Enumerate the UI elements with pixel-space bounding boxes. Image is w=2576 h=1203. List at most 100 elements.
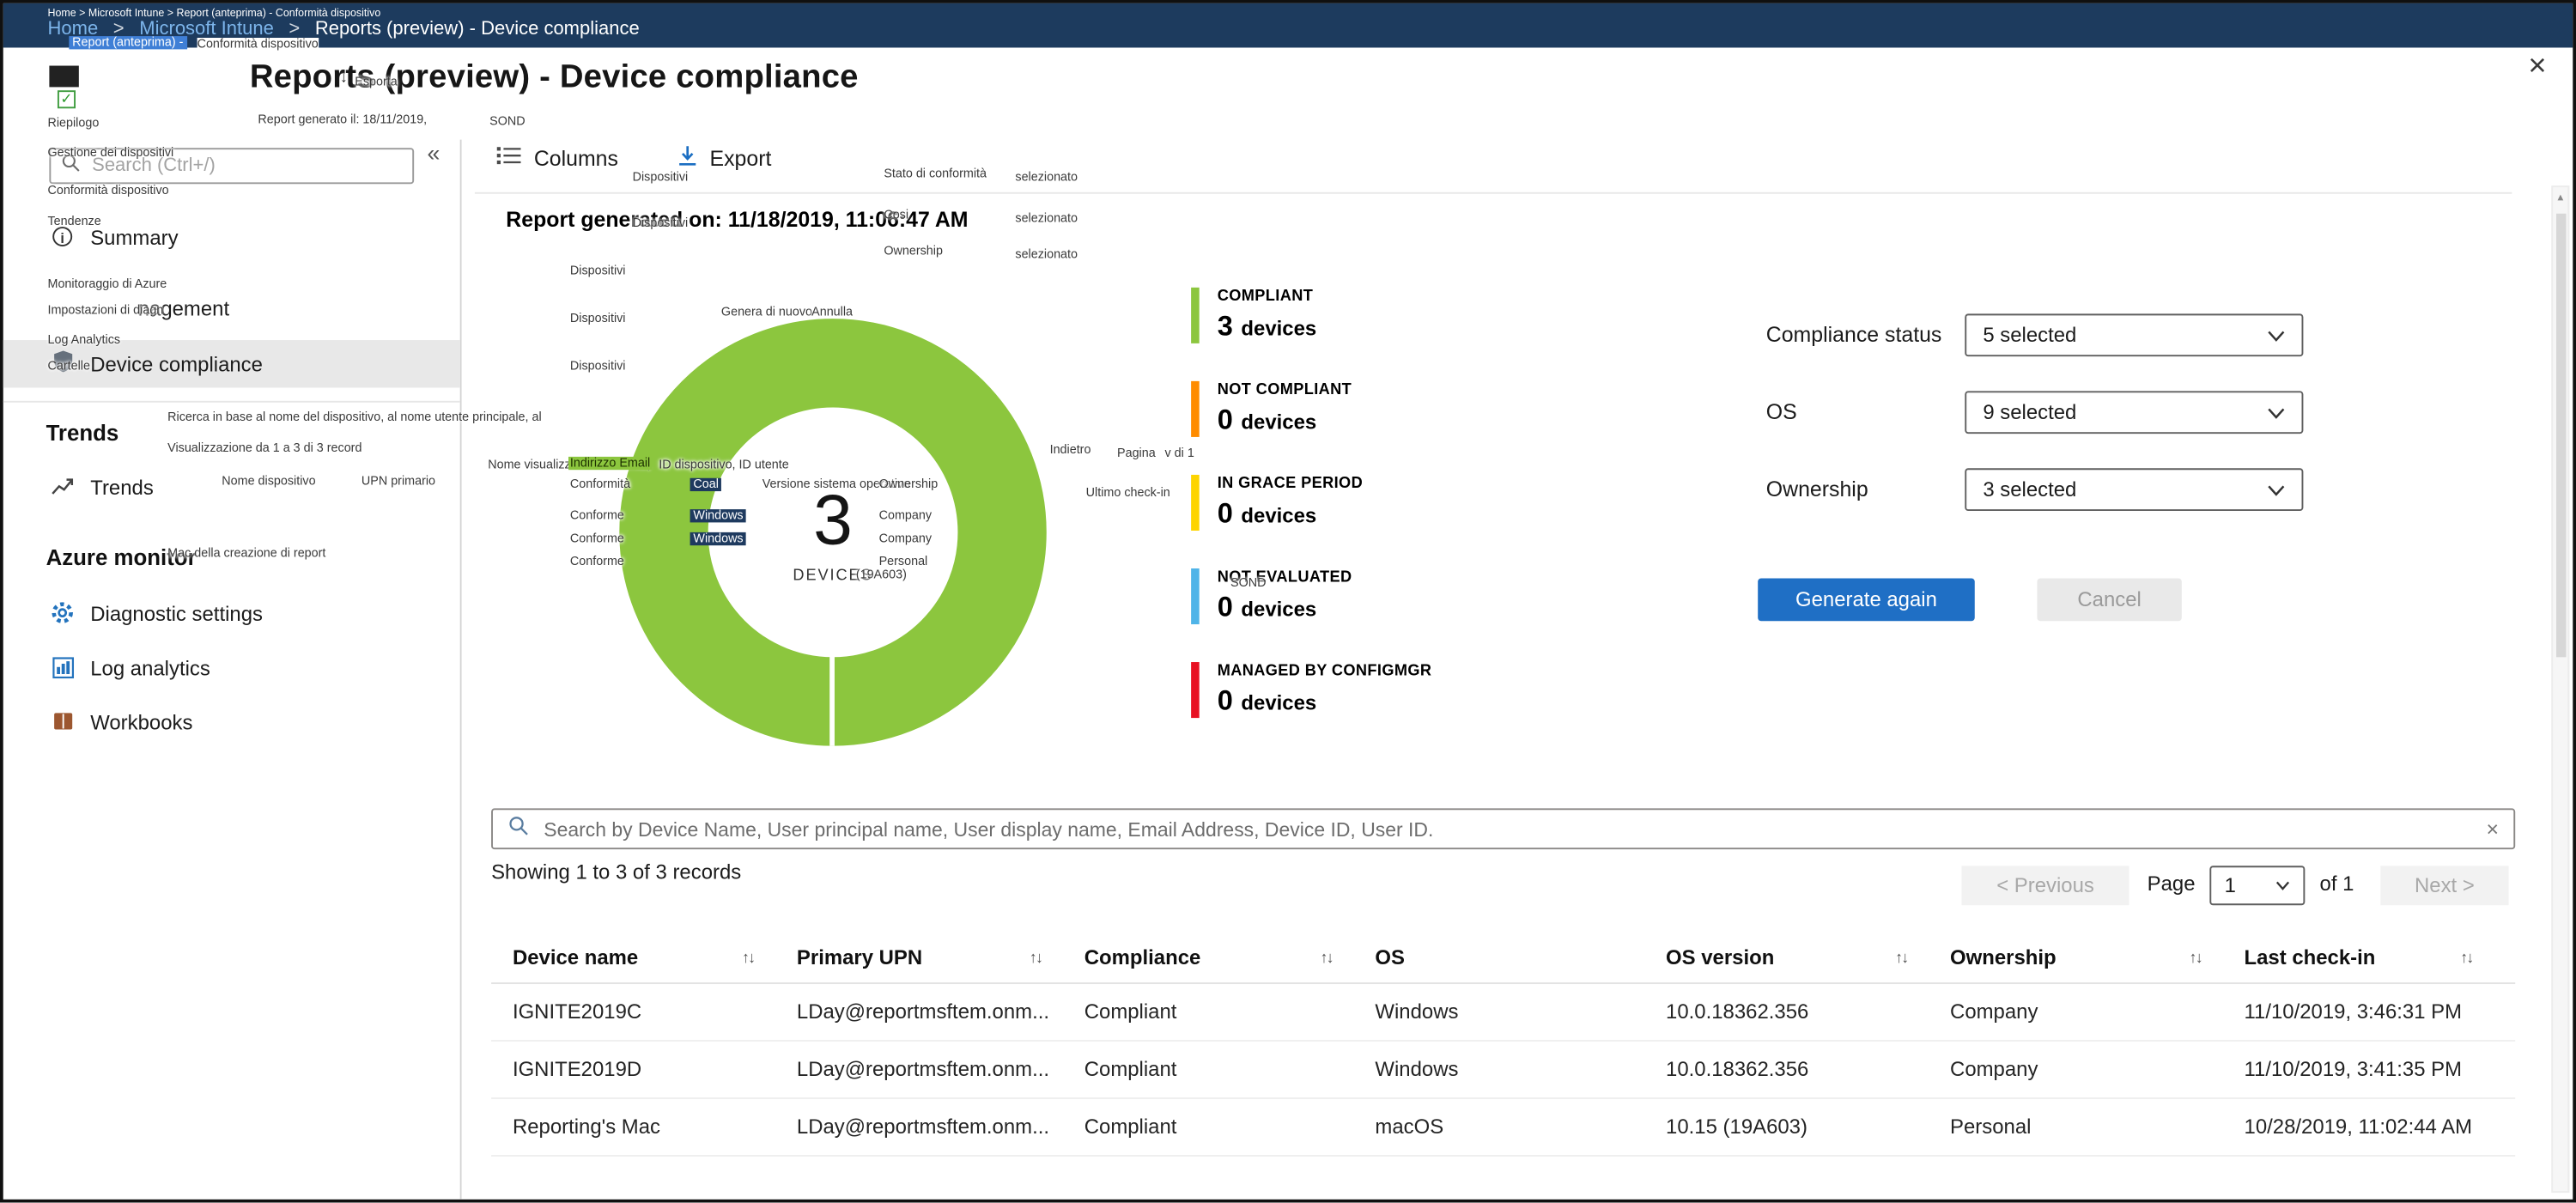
dropdown-value: 5 selected [1983,323,2077,347]
blade-title-bar: Reports (preview) - Device compliance × [3,47,2573,140]
column-header-last-check-in[interactable]: Last check-in ↑↓ [2245,946,2516,969]
column-header-compliance[interactable]: Compliance ↑↓ [1084,946,1376,969]
sidebar-divider [3,400,460,403]
device-search-input[interactable] [540,815,2487,842]
legend-unit: devices [1241,317,1317,341]
legend-label: IN GRACE PERIOD [1217,474,1364,493]
legend-item-not-evaluated: NOT EVALUATED 0 devices [1191,568,1431,625]
chart-legend: COMPLIANT 3 devices NOT COMPLIANT 0 device… [1191,287,1432,756]
records-summary: Showing 1 to 3 of 3 records [491,860,742,884]
vertical-scrollbar[interactable]: ▴ [2551,185,2570,1194]
cell-last-check-in: 11/10/2019, 3:46:31 PM [2244,1000,2463,1024]
column-label: Last check-in [2244,946,2376,969]
legend-color-bar [1191,474,1200,531]
previous-page-button[interactable]: < Previous [1961,866,2129,906]
sidebar-header-trends: Trends [46,420,119,446]
app-window: Home > Microsoft Intune > Reports (previ… [0,0,2576,1203]
sort-icon[interactable]: ↑↓ [2460,949,2474,967]
collapse-sidebar-icon[interactable]: « [427,140,440,167]
sort-icon[interactable]: ↑↓ [2189,949,2202,967]
breadcrumb-home-link[interactable]: Home [47,20,98,39]
column-header-ownership[interactable]: Ownership ↑↓ [1950,946,2244,969]
cell-os-version: 10.0.18362.356 [1666,1058,1809,1081]
column-header-primary-upn[interactable]: Primary UPN ↑↓ [797,946,1084,969]
cell-compliance: Compliant [1084,1000,1177,1024]
legend-count: 0 [1217,404,1233,436]
legend-color-bar [1191,287,1200,343]
sidebar-search-input[interactable] [88,154,403,178]
page-number-value: 1 [2224,873,2236,897]
breadcrumb-separator: > [289,19,301,39]
search-icon [61,151,81,180]
cell-last-check-in: 10/28/2019, 11:02:44 AM [2244,1115,2473,1139]
table-row[interactable]: Reporting's Mac LDay@reportmsftem.onm...… [491,1099,2516,1157]
column-header-device-name[interactable]: Device name ↑↓ [513,946,797,969]
export-download-icon [677,144,698,173]
donut-total-value: 3 [813,481,853,561]
cell-os: macOS [1375,1115,1444,1139]
chevron-down-icon [2268,407,2285,418]
cell-os: Windows [1375,1000,1459,1024]
sort-icon[interactable]: ↑↓ [1030,949,1043,967]
chevron-down-icon [2268,484,2285,495]
generate-again-button[interactable]: Generate again [1758,578,1975,622]
sort-icon[interactable]: ↑↓ [1895,949,1909,967]
cell-ownership: Personal [1950,1115,2032,1139]
legend-label: COMPLIANT [1217,287,1314,306]
legend-unit: devices [1241,598,1317,622]
clear-search-icon[interactable]: × [2487,817,2500,841]
column-header-os-version[interactable]: OS version ↑↓ [1666,946,1950,969]
legend-unit: devices [1241,504,1317,528]
search-icon [507,814,529,843]
donut-total-label: DEVICES [793,567,873,586]
os-dropdown[interactable]: 9 selected [1965,391,2304,434]
legend-item-compliant: COMPLIANT 3 devices [1191,287,1431,343]
scrollbar-thumb[interactable] [2556,213,2567,658]
column-header-os[interactable]: OS [1375,946,1666,969]
compliance-status-dropdown[interactable]: 5 selected [1965,313,2304,357]
ownership-dropdown[interactable]: 3 selected [1965,468,2304,512]
table-row[interactable]: IGNITE2019D LDay@reportmsftem.onm... Com… [491,1042,2516,1099]
breadcrumb-intune-link[interactable]: Microsoft Intune [139,20,274,39]
sidebar-item-trends[interactable]: Trends [90,477,154,500]
legend-label: NOT COMPLIANT [1217,380,1352,399]
export-button[interactable]: Export [677,144,771,173]
cell-os-version: 10.0.18362.356 [1666,1000,1809,1024]
legend-count: 0 [1217,684,1233,717]
column-label: Device name [512,946,639,969]
workbook-icon [51,710,74,733]
next-page-button[interactable]: Next > [2380,866,2509,906]
main-content: Columns Export Report generated on: 11/1… [461,139,2573,1200]
legend-label: MANAGED BY CONFIGMGR [1217,662,1432,681]
page-number-select[interactable]: 1 [2209,866,2306,906]
log-analytics-chart-icon [51,655,74,678]
sidebar-item-summary[interactable]: Summary [90,227,178,250]
scroll-up-icon[interactable]: ▴ [2553,191,2567,204]
column-label: Compliance [1084,946,1201,969]
sidebar-item-workbooks[interactable]: Workbooks [90,711,192,734]
cell-device-name: IGNITE2019D [512,1058,642,1081]
filter-label-compliance-status: Compliance status [1765,322,1942,347]
page-label: Page [2147,872,2196,896]
sort-icon[interactable]: ↑↓ [742,949,756,967]
sidebar-item-device-compliance[interactable]: Device compliance [90,353,263,376]
cancel-button[interactable]: Cancel [2037,578,2182,622]
page-of-label: of 1 [2319,872,2354,896]
chevron-down-icon [2268,330,2285,341]
close-icon[interactable]: × [2528,51,2546,82]
sort-icon[interactable]: ↑↓ [1320,949,1334,967]
breadcrumb: Home > Microsoft Intune > Reports (previ… [47,20,639,39]
columns-button[interactable]: Columns [496,144,618,171]
sidebar-item-diagnostic-settings[interactable]: Diagnostic settings [90,603,263,626]
sidebar-item-management-partial[interactable]: nagement [138,297,229,320]
cell-primary-upn: LDay@reportmsftem.onm... [796,1115,1050,1139]
cell-os: Windows [1375,1058,1459,1081]
info-icon: i [51,225,74,248]
sidebar-search-box[interactable] [49,148,415,185]
chevron-down-icon [2275,881,2290,890]
table-row[interactable]: IGNITE2019C LDay@reportmsftem.onm... Com… [491,984,2516,1042]
device-search-bar[interactable]: × [491,808,2516,850]
cell-last-check-in: 11/10/2019, 3:41:35 PM [2244,1058,2463,1081]
sidebar-item-log-analytics[interactable]: Log analytics [90,657,210,680]
legend-item-in-grace-period: IN GRACE PERIOD 0 devices [1191,474,1431,531]
